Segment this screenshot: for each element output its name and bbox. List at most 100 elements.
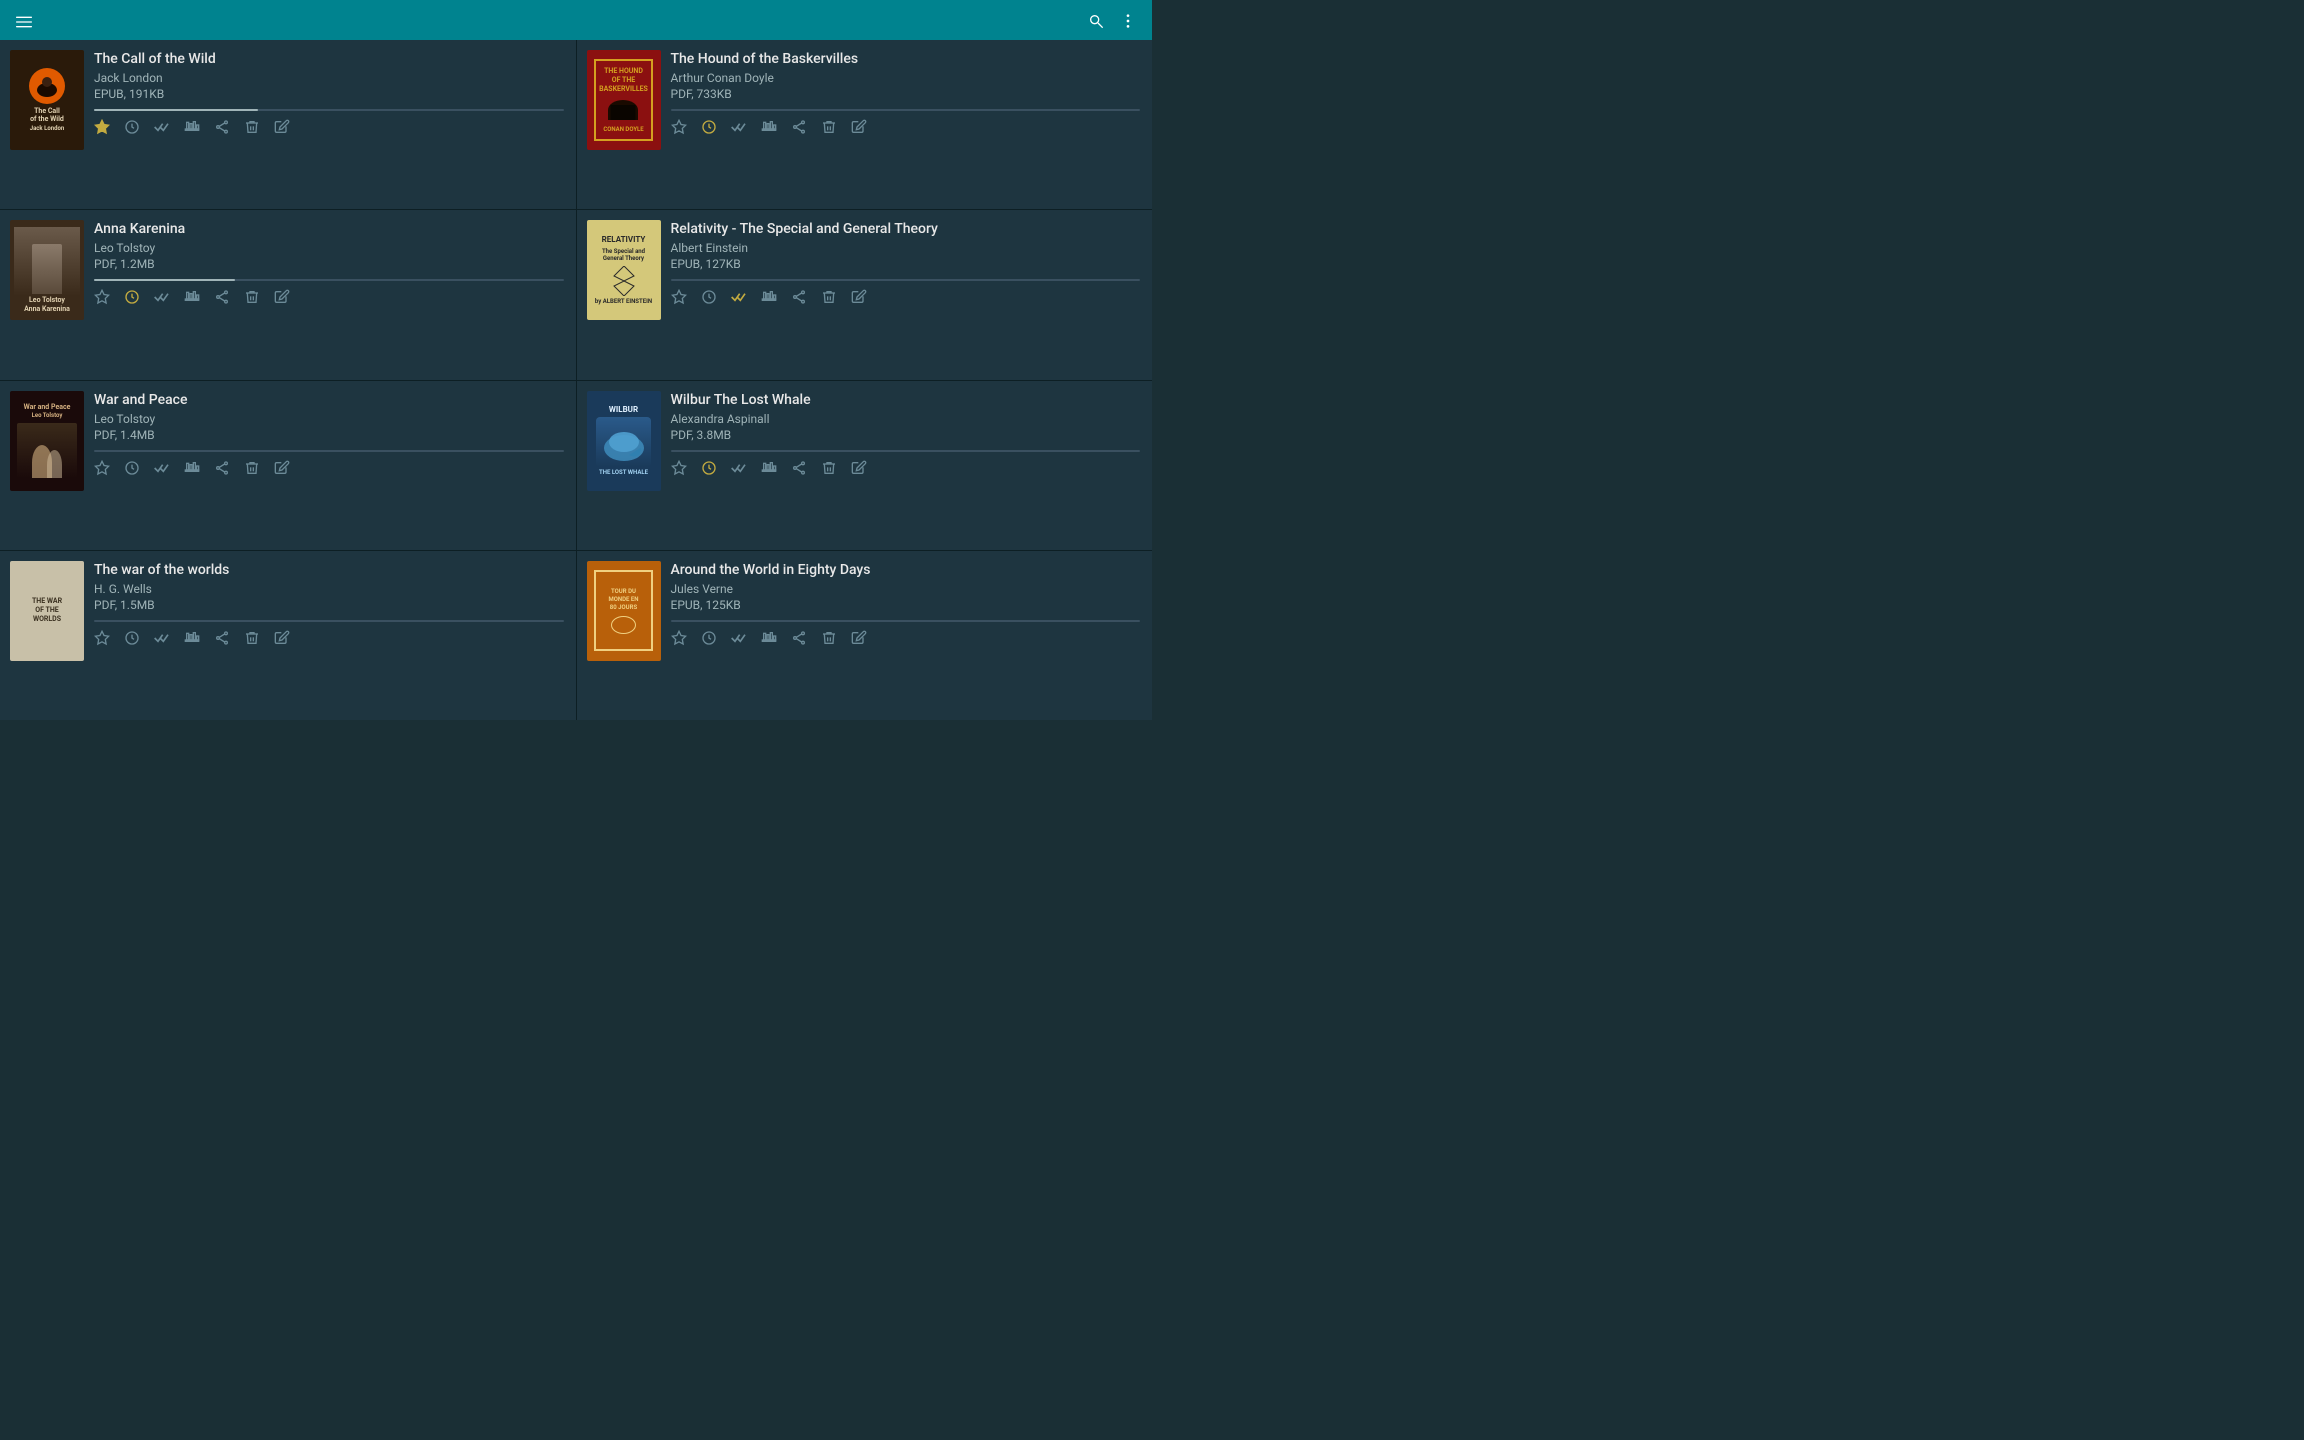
check-button[interactable] [731, 460, 747, 480]
book-cover-call-wild: The Callof the WildJack London [10, 50, 84, 150]
book-meta: PDF, 1.2MB [94, 257, 564, 271]
clock-button[interactable] [701, 630, 717, 650]
header-actions [1088, 10, 1136, 31]
clock-button[interactable] [124, 119, 140, 139]
edit-button[interactable] [851, 119, 867, 139]
book-card-call-wild[interactable]: The Callof the WildJack London The Call … [0, 40, 576, 209]
check-button[interactable] [731, 119, 747, 139]
star-button[interactable] [671, 119, 687, 139]
book-actions [671, 460, 1141, 480]
book-title: Anna Karenina [94, 220, 564, 238]
progress-bar [94, 109, 564, 111]
app-header [0, 0, 1152, 40]
check-button[interactable] [154, 630, 170, 650]
book-card-relativity[interactable]: RELATIVITY The Special andGeneral Theory… [577, 210, 1153, 379]
book-card-around-world[interactable]: TOUR DUMONDE EN80 JOURS Around the World… [577, 551, 1153, 720]
shelf-button[interactable] [761, 630, 777, 650]
shelf-button[interactable] [184, 289, 200, 309]
book-author: Leo Tolstoy [94, 412, 564, 426]
book-meta: PDF, 1.4MB [94, 428, 564, 442]
share-button[interactable] [214, 460, 230, 480]
check-button[interactable] [731, 289, 747, 309]
edit-button[interactable] [851, 460, 867, 480]
check-button[interactable] [731, 630, 747, 650]
book-info-call-wild: The Call of the Wild Jack London EPUB, 1… [94, 50, 564, 203]
book-card-wilbur-whale[interactable]: WILBUR THE LOST WHALE Wilbur The Lost Wh… [577, 381, 1153, 550]
progress-bar [671, 279, 1141, 281]
progress-bar [671, 620, 1141, 622]
book-author: Leo Tolstoy [94, 241, 564, 255]
book-card-anna-karenina[interactable]: Leo TolstoyAnna Karenina Anna Karenina L… [0, 210, 576, 379]
shelf-button[interactable] [761, 289, 777, 309]
book-actions [94, 630, 564, 650]
share-button[interactable] [214, 119, 230, 139]
star-button[interactable] [94, 630, 110, 650]
book-cover-relativity: RELATIVITY The Special andGeneral Theory… [587, 220, 661, 320]
share-button[interactable] [791, 630, 807, 650]
delete-button[interactable] [244, 289, 260, 309]
share-button[interactable] [791, 460, 807, 480]
book-author: Alexandra Aspinall [671, 412, 1141, 426]
book-info-wilbur-whale: Wilbur The Lost Whale Alexandra Aspinall… [671, 391, 1141, 544]
book-cover-anna-karenina: Leo TolstoyAnna Karenina [10, 220, 84, 320]
delete-button[interactable] [244, 119, 260, 139]
delete-button[interactable] [821, 289, 837, 309]
book-title: The war of the worlds [94, 561, 564, 579]
book-meta: EPUB, 127KB [671, 257, 1141, 271]
book-title: The Call of the Wild [94, 50, 564, 68]
clock-button[interactable] [701, 289, 717, 309]
progress-bar [94, 620, 564, 622]
share-button[interactable] [214, 630, 230, 650]
share-button[interactable] [791, 119, 807, 139]
shelf-button[interactable] [184, 630, 200, 650]
book-info-hound-baskervilles: The Hound of the Baskervilles Arthur Con… [671, 50, 1141, 203]
edit-button[interactable] [274, 289, 290, 309]
book-title: War and Peace [94, 391, 564, 409]
more-options-icon[interactable] [1120, 10, 1136, 31]
shelf-button[interactable] [184, 119, 200, 139]
star-button[interactable] [94, 119, 110, 139]
star-button[interactable] [671, 460, 687, 480]
share-button[interactable] [791, 289, 807, 309]
menu-icon[interactable] [16, 8, 32, 32]
clock-button[interactable] [701, 460, 717, 480]
book-card-war-peace[interactable]: War and PeaceLeo Tolstoy War and Peace L… [0, 381, 576, 550]
delete-button[interactable] [244, 460, 260, 480]
book-card-war-worlds[interactable]: THE WAROF THEWORLDS The war of the world… [0, 551, 576, 720]
book-meta: EPUB, 125KB [671, 598, 1141, 612]
clock-button[interactable] [124, 289, 140, 309]
shelf-button[interactable] [761, 460, 777, 480]
book-title: Relativity - The Special and General The… [671, 220, 1141, 238]
delete-button[interactable] [821, 119, 837, 139]
book-actions [671, 119, 1141, 139]
star-button[interactable] [94, 289, 110, 309]
book-card-hound-baskervilles[interactable]: THE HOUNDOF THEBASKERVILLES CONAN DOYLE … [577, 40, 1153, 209]
book-info-relativity: Relativity - The Special and General The… [671, 220, 1141, 373]
check-button[interactable] [154, 460, 170, 480]
book-info-war-worlds: The war of the worlds H. G. Wells PDF, 1… [94, 561, 564, 714]
clock-button[interactable] [124, 630, 140, 650]
edit-button[interactable] [274, 460, 290, 480]
book-actions [671, 630, 1141, 650]
book-info-anna-karenina: Anna Karenina Leo Tolstoy PDF, 1.2MB [94, 220, 564, 373]
share-button[interactable] [214, 289, 230, 309]
progress-bar [671, 450, 1141, 452]
clock-button[interactable] [124, 460, 140, 480]
check-button[interactable] [154, 119, 170, 139]
delete-button[interactable] [244, 630, 260, 650]
edit-button[interactable] [274, 119, 290, 139]
edit-button[interactable] [274, 630, 290, 650]
star-button[interactable] [671, 289, 687, 309]
star-button[interactable] [94, 460, 110, 480]
book-cover-war-worlds: THE WAROF THEWORLDS [10, 561, 84, 661]
star-button[interactable] [671, 630, 687, 650]
delete-button[interactable] [821, 630, 837, 650]
shelf-button[interactable] [184, 460, 200, 480]
delete-button[interactable] [821, 460, 837, 480]
edit-button[interactable] [851, 289, 867, 309]
edit-button[interactable] [851, 630, 867, 650]
search-icon[interactable] [1088, 10, 1104, 31]
shelf-button[interactable] [761, 119, 777, 139]
clock-button[interactable] [701, 119, 717, 139]
check-button[interactable] [154, 289, 170, 309]
